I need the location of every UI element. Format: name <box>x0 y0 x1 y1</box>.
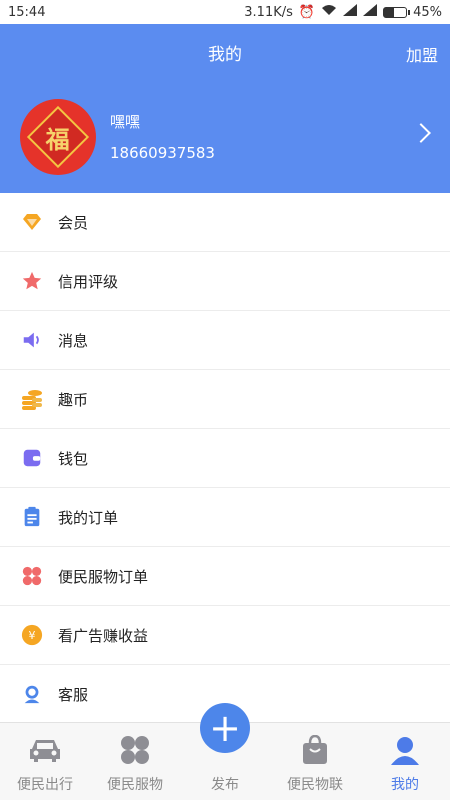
battery-icon <box>383 6 411 18</box>
tab-iot[interactable]: 便民物联 <box>270 723 360 800</box>
wifi-icon <box>321 4 337 20</box>
tab-label: 我的 <box>391 777 419 793</box>
menu-item-label: 消息 <box>58 331 89 350</box>
avatar-fu-emblem: 福 <box>26 105 90 168</box>
menu-item-label: 我的订单 <box>58 508 119 527</box>
tab-travel[interactable]: 便民出行 <box>0 723 90 800</box>
svg-text:¥: ¥ <box>29 629 36 642</box>
menu-item-messages[interactable]: 消息 <box>0 311 450 370</box>
coins-icon <box>20 387 44 411</box>
yen-coin-icon: ¥ <box>20 623 44 647</box>
clipboard-icon <box>20 505 44 529</box>
menu-item-member[interactable]: 会员 <box>0 193 450 252</box>
menu-item-service-orders[interactable]: 便民服物订单 <box>0 547 450 606</box>
chevron-right-icon[interactable] <box>411 123 431 143</box>
tab-mine[interactable]: 我的 <box>360 723 450 800</box>
menu-item-label: 便民服物订单 <box>58 567 149 586</box>
menu-item-label: 会员 <box>58 213 89 232</box>
bottom-tab-bar: 便民出行 便民服物 + 发布 便民物联 我的 <box>0 703 450 800</box>
diamond-icon <box>20 210 44 234</box>
signal-icon <box>343 4 358 20</box>
battery-percent: 45% <box>413 4 442 20</box>
menu-item-label: 客服 <box>58 685 89 704</box>
menu-item-label: 钱包 <box>58 449 89 468</box>
menu-item-credit[interactable]: 信用评级 <box>0 252 450 311</box>
profile-phone: 18660937583 <box>110 144 215 162</box>
user-icon <box>387 732 423 768</box>
tab-label: 便民服物 <box>107 777 163 793</box>
car-icon <box>27 732 63 768</box>
menu-item-label: 看广告赚收益 <box>58 626 149 645</box>
star-icon <box>20 269 44 293</box>
menu-item-coins[interactable]: 趣币 <box>0 370 450 429</box>
grid-icon <box>117 732 153 768</box>
tab-services[interactable]: 便民服物 <box>90 723 180 800</box>
tab-label: 便民物联 <box>287 777 343 793</box>
menu-item-orders[interactable]: 我的订单 <box>0 488 450 547</box>
bag-icon <box>297 732 333 768</box>
app-header: 我的 加盟 <box>0 24 450 80</box>
profile-name: 嘿嘿 <box>110 113 141 131</box>
menu-item-ad-earnings[interactable]: ¥ 看广告赚收益 <box>0 606 450 665</box>
wallet-icon <box>20 446 44 470</box>
tab-label: 便民出行 <box>17 777 73 793</box>
menu-item-label: 趣币 <box>58 390 89 409</box>
alarm-icon: ⏰ <box>298 4 316 20</box>
network-speed: 3.11K/s <box>244 4 293 20</box>
speaker-icon <box>20 328 44 352</box>
tab-label: 发布 <box>211 777 239 793</box>
menu-item-label: 信用评级 <box>58 272 119 291</box>
headset-icon <box>20 682 44 706</box>
menu-list: 会员 信用评级 消息 趣币 钱包 我的订单 便民服物订单 ¥ 看广告赚收益 客服 <box>0 193 450 724</box>
menu-item-wallet[interactable]: 钱包 <box>0 429 450 488</box>
avatar[interactable]: 福 <box>20 98 96 175</box>
plus-icon[interactable]: + <box>200 703 250 753</box>
profile-card[interactable]: 福 嘿嘿 18660937583 <box>0 80 450 193</box>
signal-icon-2 <box>363 4 378 20</box>
tab-publish[interactable]: + 发布 <box>180 703 270 800</box>
status-time: 15:44 <box>8 4 46 20</box>
clover-icon <box>20 564 44 588</box>
page-title: 我的 <box>208 44 242 65</box>
status-bar: 15:44 3.11K/s ⏰ 45% <box>0 0 450 24</box>
join-button[interactable]: 加盟 <box>406 42 438 66</box>
avatar-fu-text: 福 <box>46 124 70 153</box>
